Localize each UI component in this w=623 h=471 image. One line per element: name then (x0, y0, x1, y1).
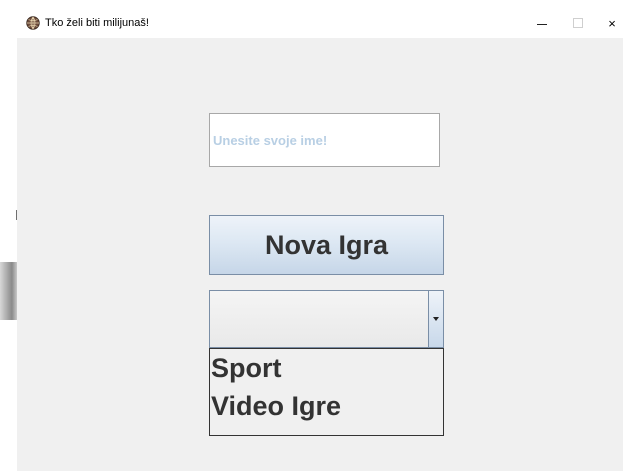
maximize-icon (573, 18, 583, 28)
dropdown-option-video-igre[interactable]: Video Igre (210, 387, 443, 425)
name-input[interactable] (210, 114, 439, 166)
minimize-icon (537, 23, 547, 25)
maximize-button[interactable] (561, 8, 595, 38)
new-game-button[interactable]: Nova Igra (209, 215, 444, 275)
combo-dropdown-button[interactable] (428, 291, 443, 347)
chevron-down-icon (433, 317, 439, 321)
title-bar[interactable]: Tko želi biti milijunaš! × (17, 8, 623, 38)
category-combobox[interactable] (209, 290, 444, 348)
new-game-label: Nova Igra (264, 229, 389, 260)
background-window-edge (0, 262, 17, 320)
name-field[interactable] (209, 113, 440, 167)
category-dropdown-list: Sport Video Igre (209, 348, 444, 436)
dropdown-option-sport[interactable]: Sport (210, 349, 443, 387)
window-title: Tko želi biti milijunaš! (45, 17, 149, 29)
minimize-button[interactable] (525, 8, 559, 38)
globe-icon (26, 16, 40, 30)
close-button[interactable]: × (595, 8, 623, 38)
close-icon: × (608, 15, 616, 31)
app-window: Tko želi biti milijunaš! × Nova Igra Spo… (17, 8, 623, 471)
